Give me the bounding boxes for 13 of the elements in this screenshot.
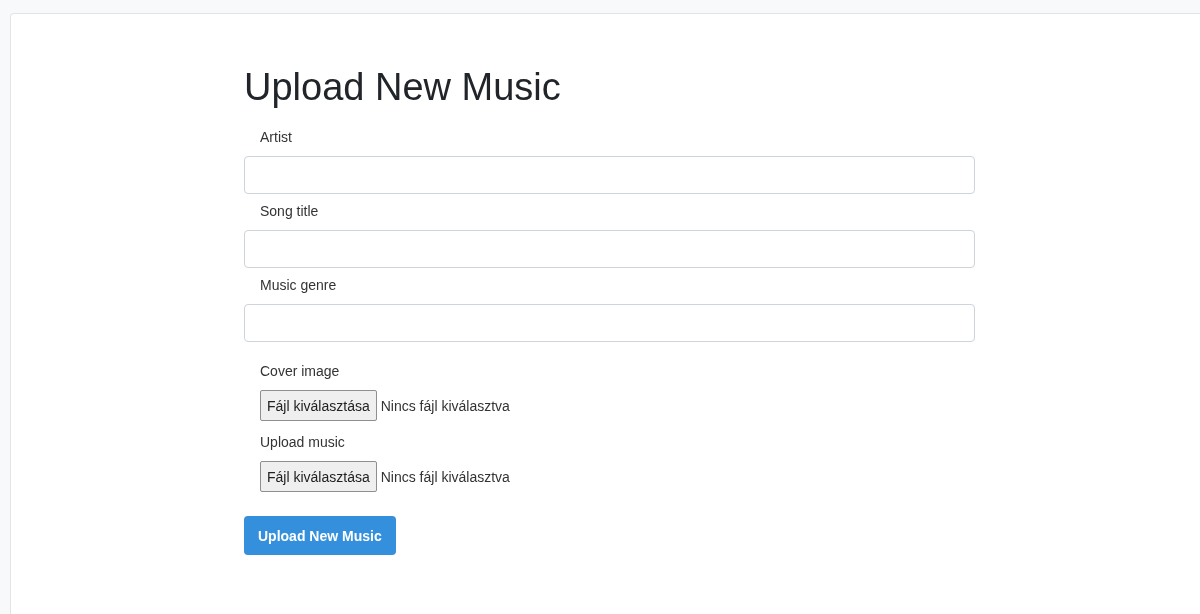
field-label: Upload music [260,433,346,451]
file-status: Nincs fájl kiválasztva [380,468,510,485]
field-label: Cover image [260,362,341,380]
input-field[interactable] [244,304,975,342]
input-field[interactable] [244,156,975,194]
choose-file-button[interactable]: Fájl kiválasztása [260,461,377,492]
field-label: Artist [260,128,293,146]
file-status: Nincs fájl kiválasztva [380,397,510,414]
field-label: Song title [260,202,320,220]
page-title: Upload New Music [244,65,562,110]
input-field[interactable] [244,230,975,268]
field-label: Music genre [260,276,338,294]
choose-file-button[interactable]: Fájl kiválasztása [260,390,377,421]
